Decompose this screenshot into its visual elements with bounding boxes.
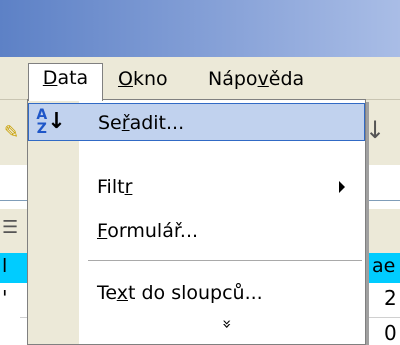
- menu-okno[interactable]: Okno: [110, 65, 176, 96]
- menu-item-seradit-mnemonic: ř: [121, 112, 130, 134]
- menu-expand-button[interactable]: »: [28, 312, 365, 336]
- menu-item-filtr[interactable]: Filtr: [28, 168, 365, 206]
- menu-item-seradit[interactable]: A Z↓ Seřadit...: [28, 103, 365, 141]
- menu-item-filtr-pre: Filt: [97, 176, 125, 198]
- select-all-icon[interactable]: ☰: [2, 217, 18, 238]
- toolbar-partial-icon[interactable]: ✎: [4, 122, 19, 143]
- expand-chevron-icon: »: [217, 319, 237, 329]
- menu-item-seradit-post: adit...: [129, 112, 185, 134]
- menu-item-filtr-label: Filtr: [97, 168, 132, 206]
- menu-item-text-mnemonic: x: [116, 282, 128, 304]
- cell-value-0[interactable]: 0: [384, 321, 397, 345]
- menu-item-seradit-pre: Se: [98, 112, 122, 134]
- menu-napoveda-mnemonic: v: [257, 68, 269, 90]
- menu-item-filtr-mnemonic: r: [124, 176, 133, 198]
- menu-item-formular-post: ormulář...: [107, 220, 199, 242]
- menu-data-label: ata: [57, 67, 89, 89]
- data-menu-dropdown: A Z↓ Seřadit... Filtr Formulář... Text do…: [27, 99, 366, 345]
- menu-item-text-do-sloupcu[interactable]: Text do sloupců...: [28, 274, 365, 312]
- highlighted-cell-left: l: [2, 255, 8, 277]
- menu-bar: Data Okno Nápověda: [0, 57, 400, 101]
- cell-value-2[interactable]: 2: [384, 286, 397, 310]
- left-cell-value[interactable]: ': [2, 286, 8, 310]
- menu-separator: [88, 260, 362, 261]
- menu-item-formular-label: Formulář...: [97, 212, 198, 250]
- menu-item-text-pre: Te: [97, 282, 117, 304]
- menu-item-seradit-label: Seřadit...: [98, 104, 184, 142]
- window-title-bar: [0, 0, 400, 57]
- menu-data[interactable]: Data: [28, 63, 103, 101]
- submenu-arrow-icon: [339, 181, 345, 193]
- menu-item-text-do-sloupcu-label: Text do sloupců...: [97, 274, 263, 312]
- menu-napoveda-label-pre: Nápo: [208, 68, 258, 90]
- menu-item-formular[interactable]: Formulář...: [28, 212, 365, 250]
- menu-data-mnemonic: D: [42, 67, 58, 89]
- menu-napoveda[interactable]: Nápověda: [200, 65, 312, 96]
- sort-az-icon: A Z↓: [36, 107, 66, 137]
- menu-item-text-post: t do sloupců...: [127, 282, 263, 304]
- menu-okno-label: kno: [132, 68, 168, 90]
- menu-okno-mnemonic: O: [118, 68, 133, 90]
- menu-napoveda-label: ěda: [268, 68, 305, 90]
- menu-item-formular-mnemonic: F: [97, 220, 108, 242]
- highlighted-cell-text: ae: [372, 255, 396, 277]
- sort-descending-icon[interactable]: ↓: [365, 116, 385, 144]
